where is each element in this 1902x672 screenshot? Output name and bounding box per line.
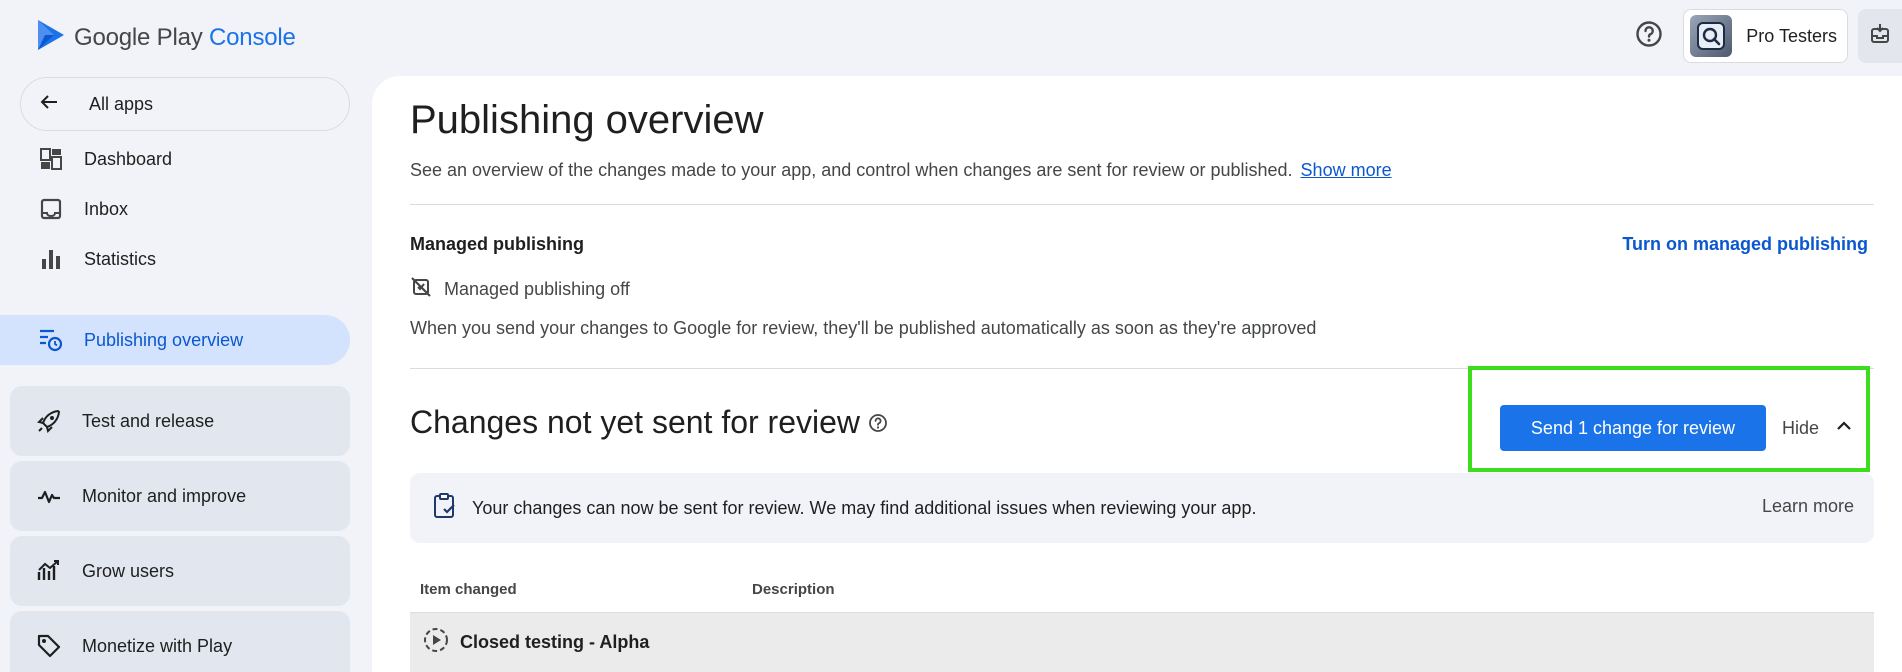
page-title: Publishing overview: [410, 98, 764, 142]
sidebar-item-dashboard[interactable]: Dashboard: [0, 134, 350, 184]
notifications-button[interactable]: [1858, 9, 1902, 63]
sidebar-group-label: Monetize with Play: [82, 635, 233, 656]
main-content: Publishing overview See an overview of t…: [372, 76, 1902, 672]
sidebar-item-inbox[interactable]: Inbox: [0, 184, 350, 234]
inbox-notification-icon: [1868, 22, 1892, 51]
hide-changes-button[interactable]: Hide: [1782, 405, 1853, 451]
growth-icon: [36, 558, 62, 584]
learn-more-link[interactable]: Learn more: [1762, 496, 1854, 517]
managed-publishing-status: Managed publishing off: [410, 276, 630, 303]
table-row[interactable]: Closed testing - Alpha: [410, 613, 1874, 672]
track-icon: [422, 626, 450, 659]
page-description: See an overview of the changes made to y…: [410, 160, 1392, 181]
show-more-link[interactable]: Show more: [1301, 160, 1392, 180]
column-header-item-changed[interactable]: Item changed: [420, 581, 517, 598]
account-switcher[interactable]: Pro Testers: [1683, 9, 1848, 63]
vitals-icon: [36, 483, 62, 509]
clipboard-check-icon: [432, 492, 458, 525]
arrow-back-icon: [39, 92, 59, 117]
all-apps-button[interactable]: All apps: [20, 77, 350, 131]
play-console-logo[interactable]: Google Play Console: [36, 18, 296, 57]
tag-icon: [36, 633, 62, 659]
play-logo-icon: [36, 18, 66, 57]
divider: [410, 204, 1874, 205]
changes-section-title-text: Changes not yet sent for review: [410, 404, 861, 440]
help-button[interactable]: [1629, 16, 1669, 56]
sidebar-item-label: Inbox: [84, 198, 129, 219]
account-name: Pro Testers: [1746, 25, 1837, 46]
help-circle-icon: [1635, 20, 1663, 53]
sidebar-item-label: Statistics: [84, 248, 157, 269]
sidebar-group-grow-users[interactable]: Grow users: [10, 536, 350, 606]
sidebar-group-label: Test and release: [82, 410, 215, 431]
account-avatar: [1690, 15, 1733, 57]
rocket-icon: [36, 408, 62, 434]
changes-section-title: Changes not yet sent for review: [410, 404, 888, 441]
sidebar-group-monetize-with-play[interactable]: Monetize with Play: [10, 611, 350, 672]
all-apps-label: All apps: [89, 93, 154, 114]
publishing-off-icon: [410, 276, 432, 303]
sidebar-group-test-and-release[interactable]: Test and release: [10, 386, 350, 456]
sidebar-group-monitor-and-improve[interactable]: Monitor and improve: [10, 461, 350, 531]
dashboard-icon: [38, 146, 64, 172]
inbox-icon: [38, 196, 64, 222]
info-banner: Your changes can now be sent for review.…: [410, 473, 1874, 543]
top-bar: Google Play Console Pro Testers: [0, 0, 1902, 72]
sidebar-group-label: Grow users: [82, 560, 175, 581]
turn-on-managed-publishing-link[interactable]: Turn on managed publishing: [1622, 234, 1868, 255]
publishing-icon: [38, 327, 64, 353]
sidebar-item-label: Dashboard: [84, 148, 173, 169]
bar-chart-icon: [38, 246, 64, 272]
managed-publishing-status-text: Managed publishing off: [444, 279, 630, 299]
sidebar: All apps Dashboard Inbox Statistics Publ…: [0, 72, 360, 672]
row-item-changed: Closed testing - Alpha: [460, 632, 650, 652]
help-circle-icon[interactable]: [868, 404, 888, 441]
chevron-up-icon: [1835, 417, 1853, 440]
hide-label: Hide: [1782, 417, 1820, 438]
sidebar-group-label: Monitor and improve: [82, 485, 247, 506]
info-banner-text: Your changes can now be sent for review.…: [472, 497, 1257, 518]
sidebar-item-statistics[interactable]: Statistics: [0, 234, 350, 284]
column-header-description[interactable]: Description: [752, 581, 835, 598]
managed-publishing-description: When you send your changes to Google for…: [410, 318, 1317, 338]
logo-text: Google Play Console: [74, 23, 296, 51]
sidebar-item-label: Publishing overview: [84, 329, 244, 350]
managed-publishing-title: Managed publishing: [410, 234, 584, 254]
send-for-review-button[interactable]: Send 1 change for review: [1500, 405, 1766, 451]
page-description-text: See an overview of the changes made to y…: [410, 160, 1293, 180]
sidebar-item-publishing-overview[interactable]: Publishing overview: [0, 315, 350, 365]
